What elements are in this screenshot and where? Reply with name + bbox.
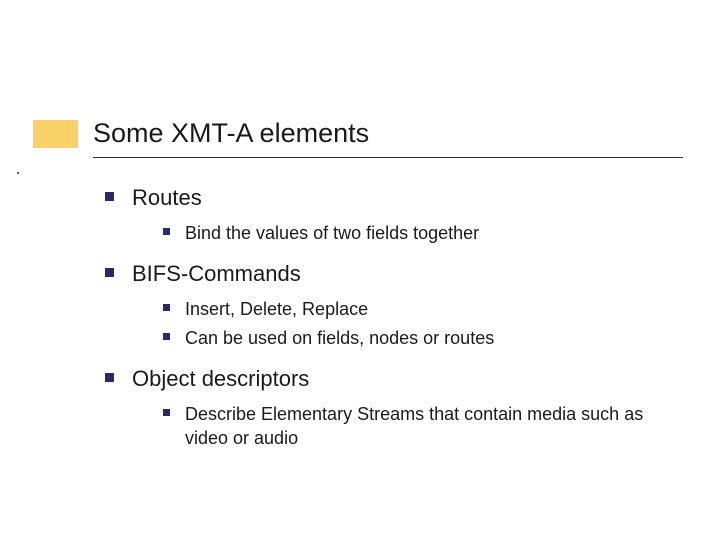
list-item: Insert, Delete, Replace — [163, 297, 675, 321]
list-item-text: Bind the values of two fields together — [185, 221, 479, 245]
list-item: Can be used on fields, nodes or routes — [163, 326, 675, 350]
square-bullet-icon — [105, 192, 114, 201]
accent-block — [33, 120, 78, 148]
section-heading: Routes — [105, 185, 675, 211]
square-bullet-icon — [163, 228, 170, 235]
slide-content: Routes Bind the values of two fields tog… — [105, 185, 675, 456]
square-bullet-icon — [105, 373, 114, 382]
list-item: Describe Elementary Streams that contain… — [163, 402, 675, 451]
section-items: Insert, Delete, Replace Can be used on f… — [163, 297, 675, 350]
section-items: Bind the values of two fields together — [163, 221, 675, 245]
section-heading: BIFS-Commands — [105, 261, 675, 287]
section-heading-text: Routes — [132, 185, 202, 211]
list-item-text: Insert, Delete, Replace — [185, 297, 368, 321]
section-heading-text: BIFS-Commands — [132, 261, 301, 287]
section-items: Describe Elementary Streams that contain… — [163, 402, 675, 451]
section-heading: Object descriptors — [105, 366, 675, 392]
square-bullet-icon — [163, 304, 170, 311]
square-bullet-icon — [163, 409, 170, 416]
accent-dot — [17, 172, 19, 174]
list-item-text: Can be used on fields, nodes or routes — [185, 326, 494, 350]
square-bullet-icon — [163, 333, 170, 340]
section-heading-text: Object descriptors — [132, 366, 309, 392]
list-item: Bind the values of two fields together — [163, 221, 675, 245]
square-bullet-icon — [105, 268, 114, 277]
title-underline — [93, 157, 683, 158]
slide-title: Some XMT-A elements — [93, 118, 369, 149]
list-item-text: Describe Elementary Streams that contain… — [185, 402, 675, 451]
